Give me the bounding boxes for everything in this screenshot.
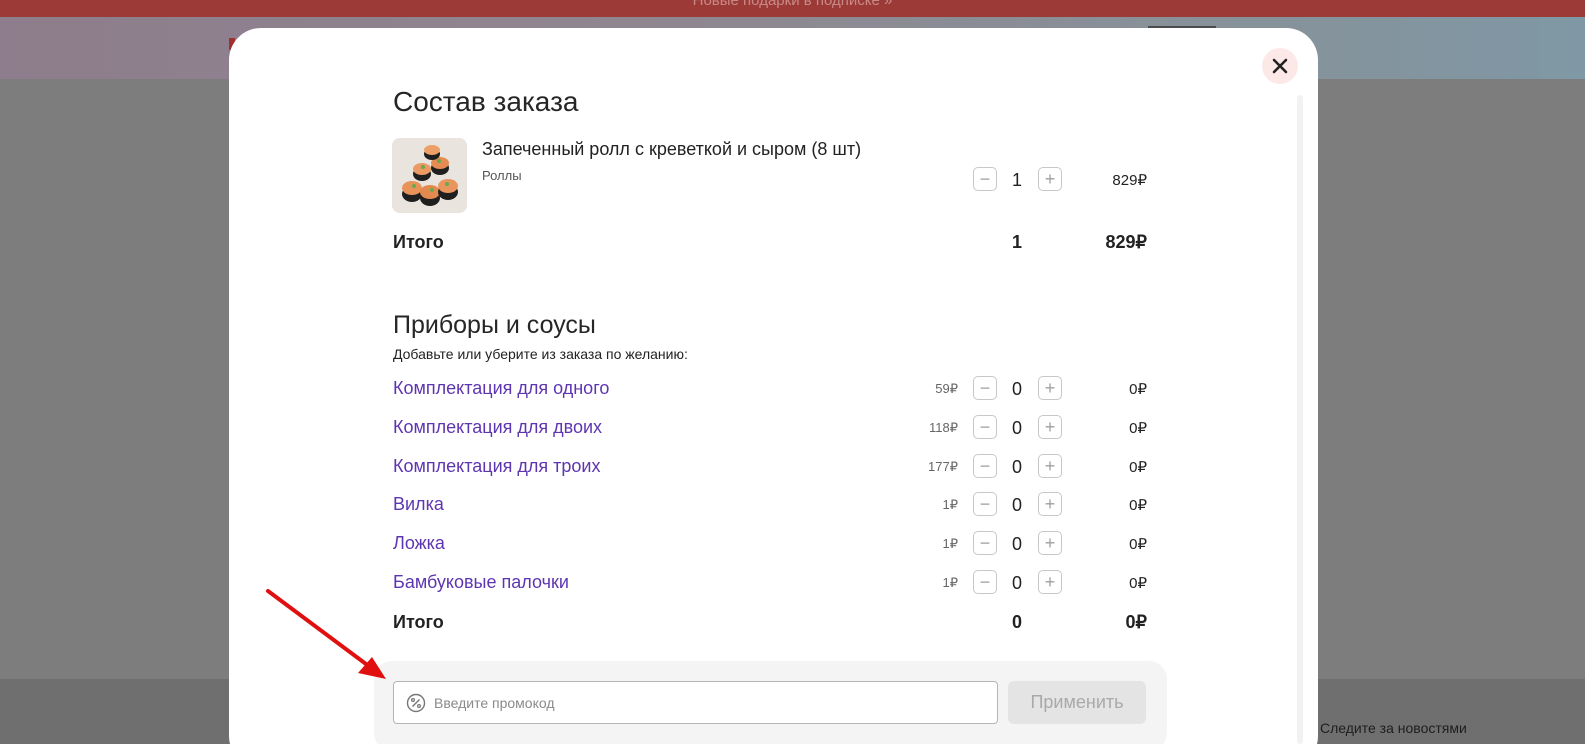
- accessory-unit-price: 177₽: [928, 459, 958, 474]
- accessory-increase-button[interactable]: +: [1038, 531, 1062, 555]
- accessory-total: 0₽: [1129, 420, 1147, 437]
- plus-icon: +: [1044, 456, 1056, 476]
- footer-news-text: Следите за новостями: [1320, 720, 1467, 736]
- accessory-decrease-button[interactable]: −: [973, 376, 997, 400]
- order-title: Состав заказа: [393, 86, 579, 117]
- accessory-total: 0₽: [1129, 381, 1147, 398]
- accessory-name[interactable]: Комплектация для троих: [393, 456, 600, 477]
- accessory-increase-button[interactable]: +: [1038, 492, 1062, 516]
- minus-icon: −: [979, 533, 991, 553]
- accessory-name[interactable]: Ложка: [393, 533, 445, 554]
- modal-scrollbar[interactable]: [1297, 95, 1303, 744]
- product-image: [392, 138, 467, 213]
- accessory-increase-button[interactable]: +: [1038, 454, 1062, 478]
- plus-icon: +: [1044, 417, 1056, 437]
- accessory-unit-price: 1₽: [942, 536, 958, 551]
- accessory-unit-price: 1₽: [942, 497, 958, 512]
- accessories-title: Приборы и соусы: [393, 311, 596, 339]
- product-name: Запеченный ролл с креветкой и сыром (8 ш…: [482, 139, 862, 159]
- accessory-total: 0₽: [1129, 536, 1147, 553]
- accessory-name[interactable]: Комплектация для одного: [393, 378, 609, 399]
- percent-icon: [406, 693, 426, 712]
- accessory-qty: 0: [1011, 534, 1022, 554]
- product-increase-button[interactable]: +: [1038, 167, 1062, 191]
- minus-icon: −: [979, 417, 991, 437]
- accessory-qty: 0: [1011, 379, 1022, 399]
- accessory-name[interactable]: Вилка: [393, 494, 444, 515]
- accessory-qty: 0: [1011, 495, 1022, 515]
- order-total-sum: 829₽: [1105, 232, 1147, 252]
- order-total-label: Итого: [393, 232, 444, 252]
- product-qty: 1: [1011, 170, 1022, 190]
- plus-icon: +: [1044, 572, 1056, 592]
- accessories-subtitle: Добавьте или уберите из заказа по желани…: [393, 346, 688, 362]
- apply-promo-button[interactable]: Применить: [1008, 681, 1146, 724]
- accessory-decrease-button[interactable]: −: [973, 531, 997, 555]
- accessory-increase-button[interactable]: +: [1038, 415, 1062, 439]
- close-icon: [1272, 58, 1288, 74]
- accessory-unit-price: 1₽: [942, 575, 958, 590]
- promo-placeholder: Введите промокод: [434, 694, 555, 711]
- accessory-qty: 0: [1011, 457, 1022, 477]
- accessory-increase-button[interactable]: +: [1038, 376, 1062, 400]
- accessory-decrease-button[interactable]: −: [973, 415, 997, 439]
- accessory-total: 0₽: [1129, 497, 1147, 514]
- accessory-unit-price: 118₽: [929, 420, 958, 435]
- promo-banner[interactable]: Новые подарки в подписке »: [0, 0, 1585, 17]
- close-button[interactable]: [1262, 48, 1298, 84]
- product-price: 829₽: [1112, 172, 1147, 189]
- accessory-increase-button[interactable]: +: [1038, 570, 1062, 594]
- promo-banner-text[interactable]: Новые подарки в подписке »: [693, 0, 893, 9]
- minus-icon: −: [979, 572, 991, 592]
- minus-icon: −: [979, 494, 991, 514]
- accessory-unit-price: 59₽: [935, 381, 958, 396]
- accessory-decrease-button[interactable]: −: [973, 492, 997, 516]
- accessory-qty: 0: [1011, 573, 1022, 593]
- accessory-qty: 0: [1011, 418, 1022, 438]
- accessories-total-label: Итого: [393, 612, 444, 632]
- accessories-total-qty: 0: [1011, 612, 1022, 632]
- accessory-decrease-button[interactable]: −: [973, 570, 997, 594]
- plus-icon: +: [1044, 378, 1056, 398]
- promo-code-input[interactable]: Введите промокод: [393, 681, 998, 724]
- plus-icon: +: [1044, 533, 1056, 553]
- accessory-total: 0₽: [1129, 575, 1147, 592]
- plus-icon: +: [1044, 494, 1056, 514]
- minus-icon: −: [979, 456, 991, 476]
- minus-icon: −: [979, 378, 991, 398]
- product-category: Роллы: [482, 168, 522, 183]
- annotation-arrow-icon: [266, 589, 386, 679]
- product-decrease-button[interactable]: −: [973, 167, 997, 191]
- order-total-qty: 1: [1011, 232, 1022, 252]
- minus-icon: −: [979, 169, 991, 189]
- accessory-decrease-button[interactable]: −: [973, 454, 997, 478]
- accessory-total: 0₽: [1129, 459, 1147, 476]
- plus-icon: +: [1044, 169, 1056, 189]
- accessory-name[interactable]: Бамбуковые палочки: [393, 572, 569, 593]
- accessories-total-sum: 0₽: [1125, 612, 1147, 632]
- accessory-name[interactable]: Комплектация для двоих: [393, 417, 602, 438]
